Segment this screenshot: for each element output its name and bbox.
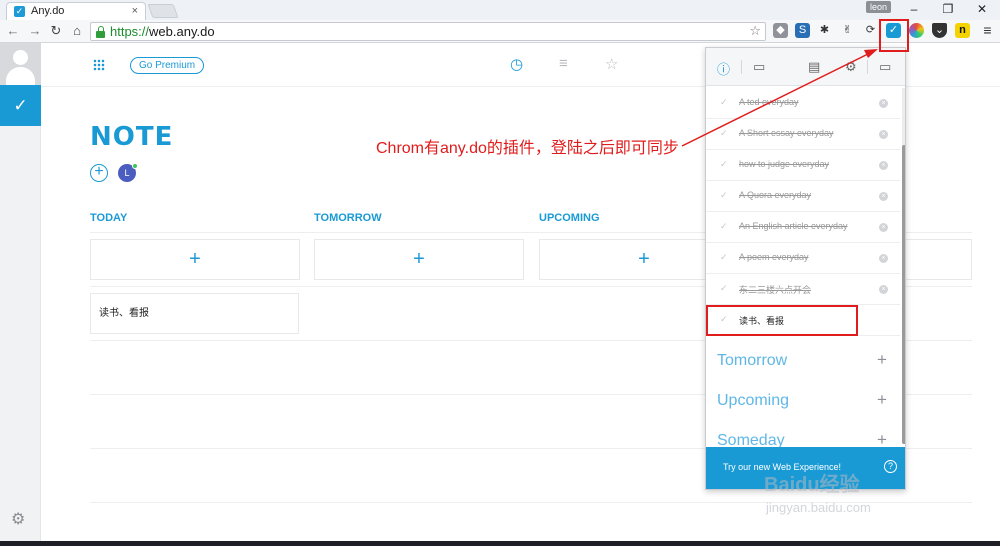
watermark-logo: Baidu经验 <box>764 474 860 496</box>
watermark-url: jingyan.baidu.com <box>766 500 871 515</box>
os-taskbar <box>0 541 1000 546</box>
annotation-arrow <box>681 49 878 147</box>
